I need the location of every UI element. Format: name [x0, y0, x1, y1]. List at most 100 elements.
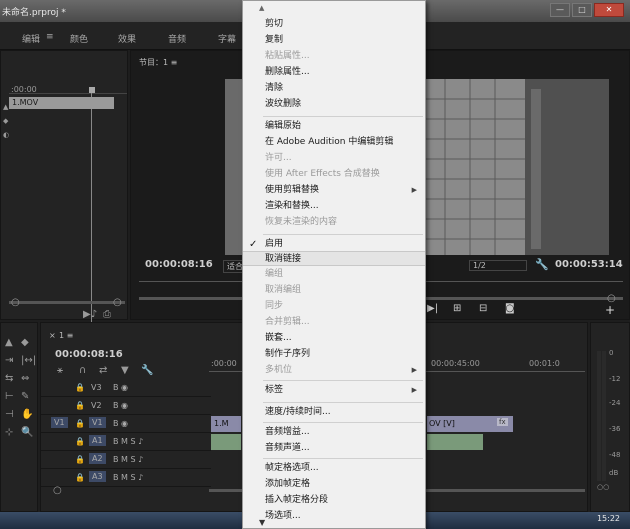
menu-item[interactable]: 取消编组 [243, 283, 425, 298]
menu-item[interactable]: 标签 ▶ [243, 383, 425, 398]
slide-tool-icon[interactable]: ⊣ [5, 409, 14, 420]
menu-item[interactable]: 添加帧定格 [243, 477, 425, 492]
marker-icon[interactable]: ▼ [121, 365, 129, 376]
menu-item[interactable]: 恢复未渲染的内容 [243, 215, 425, 230]
menu-item[interactable]: 编组 [243, 267, 425, 282]
wrench-icon[interactable]: 🔧 [535, 258, 549, 271]
linked-selection-icon[interactable]: ⇄ [99, 365, 107, 376]
insert-icon[interactable]: ⎙ [103, 309, 111, 320]
workspace-edit[interactable]: 编辑 [22, 32, 40, 45]
export-frame-icon[interactable]: ▶♪ [83, 309, 97, 320]
menu-item[interactable]: 帧定格选项... [243, 461, 425, 476]
menu-item[interactable]: 许可... [243, 151, 425, 166]
track-lock-icon[interactable]: 🔒 [75, 419, 85, 428]
workspace-titles[interactable]: 字幕 [218, 32, 236, 45]
menu-item[interactable]: 制作子序列 [243, 347, 425, 362]
playhead-marker[interactable] [89, 87, 95, 93]
menu-item[interactable]: 复制 [243, 33, 425, 48]
quality-select[interactable]: 1/2 [469, 260, 527, 271]
track-toggles[interactable]: B M S ♪ [113, 455, 143, 464]
close-button[interactable]: ✕ [594, 3, 624, 17]
track-toggles[interactable]: B M S ♪ [113, 437, 143, 446]
tool-track-icon[interactable]: ◆ [3, 117, 8, 125]
ripple-edit-tool-icon[interactable]: ⇥ [5, 355, 13, 366]
menu-item[interactable]: 多机位 ▶ [243, 363, 425, 378]
menu-scroll-up-icon[interactable]: ▲ [259, 4, 264, 12]
workspace-color[interactable]: 颜色 [70, 32, 88, 45]
track-select-tool-icon[interactable]: ◆ [21, 337, 29, 348]
video-clip[interactable]: 1.M [211, 416, 241, 432]
settings-wrench-icon[interactable]: 🔧 [141, 365, 153, 376]
tool-select-icon[interactable]: ▲ [3, 103, 8, 111]
workspace-menu-icon[interactable]: ≡ [46, 32, 54, 42]
menu-item[interactable]: 嵌套... [243, 331, 425, 346]
track-toggles[interactable]: B ◉ [113, 401, 128, 410]
zoom-crop-icon[interactable]: ⊹ [5, 427, 13, 438]
program-tab[interactable]: 节目：1 ≡ [139, 57, 177, 68]
timeline-tab-close-icon[interactable]: × [49, 331, 56, 340]
track-lock-icon[interactable]: 🔒 [75, 383, 85, 392]
rolling-edit-tool-icon[interactable]: |↔| [21, 355, 36, 366]
menu-item[interactable]: 同步 [243, 299, 425, 314]
menu-item[interactable]: 渲染和替换... [243, 199, 425, 214]
camera-icon[interactable]: ◙ [505, 303, 515, 314]
menu-item[interactable]: 编辑原始 [243, 119, 425, 134]
scroll-handle-left[interactable]: ○ [11, 297, 20, 308]
add-button-icon[interactable]: + [605, 303, 615, 317]
track-lock-icon[interactable]: 🔒 [75, 455, 85, 464]
magnet-icon[interactable]: ∩ [79, 365, 86, 376]
track-lock-icon[interactable]: 🔒 [75, 473, 85, 482]
razor-tool-icon[interactable]: ⇔ [21, 373, 29, 384]
timeline-timecode[interactable]: 00:00:08:16 [55, 349, 123, 360]
menu-separator [263, 234, 423, 235]
step-forward-icon[interactable]: ▶| [427, 303, 438, 314]
track-toggles[interactable]: B M S ♪ [113, 473, 143, 482]
selection-tool-icon[interactable]: ▲ [5, 337, 13, 348]
workspace-effects[interactable]: 效果 [118, 32, 136, 45]
menu-item[interactable]: 波纹删除 [243, 97, 425, 112]
scroll-handle-right[interactable]: ○ [113, 297, 122, 308]
menu-item[interactable]: 速度/持续时间... [243, 405, 425, 420]
menu-item[interactable]: 插入帧定格分段 [243, 493, 425, 508]
track-toggles[interactable]: B ◉ [113, 383, 128, 392]
menu-item[interactable]: 使用 After Effects 合成替换 [243, 167, 425, 182]
zoom-tool-icon[interactable]: 🔍 [21, 427, 33, 438]
menu-item[interactable]: 使用剪辑替换 ▶ [243, 183, 425, 198]
meter-solo-icons[interactable]: ○○ [597, 483, 609, 491]
timeline-tab[interactable]: 1 ≡ [59, 331, 73, 340]
minimize-button[interactable]: — [550, 3, 570, 17]
menu-item[interactable]: 合并剪辑... [243, 315, 425, 330]
track-lock-icon[interactable]: 🔒 [75, 401, 85, 410]
hand-tool-icon[interactable]: ✋ [21, 409, 33, 420]
source-scrollbar[interactable] [9, 301, 125, 304]
menu-item[interactable]: 在 Adobe Audition 中编辑剪辑 [243, 135, 425, 150]
menu-item-label: 速度/持续时间... [265, 407, 331, 417]
slip-tool-icon[interactable]: ⊢ [5, 391, 14, 402]
audio-clip[interactable] [211, 434, 241, 450]
menu-item[interactable]: 取消链接 [243, 251, 425, 266]
menu-item[interactable]: 剪切 [243, 17, 425, 32]
menu-item[interactable]: 启用 ✓ [243, 237, 425, 252]
source-patch-v1[interactable]: V1 [51, 417, 68, 428]
extract-icon[interactable]: ⊟ [479, 303, 487, 314]
track-lock-icon[interactable]: 🔒 [75, 437, 85, 446]
meter-label-12: -12 [609, 375, 621, 383]
timeline-scroll-handle[interactable]: ○ [53, 485, 62, 496]
menu-item[interactable]: 音频声道... [243, 441, 425, 456]
menu-item[interactable]: 音频增益... [243, 425, 425, 440]
workspace-audio[interactable]: 音频 [168, 32, 186, 45]
snap-icon[interactable]: ⚹ [57, 365, 63, 376]
menu-item[interactable]: 删除属性... [243, 65, 425, 80]
menu-item[interactable]: 清除 [243, 81, 425, 96]
lift-icon[interactable]: ⊞ [453, 303, 461, 314]
program-timecode[interactable]: 00:00:08:16 [145, 259, 213, 270]
track-toggles[interactable]: B ◉ [113, 419, 128, 428]
maximize-button[interactable]: □ [572, 3, 592, 17]
menu-item[interactable]: 场选项... [243, 509, 425, 524]
pen-tool-icon[interactable]: ✎ [21, 391, 29, 402]
tool-ripple-icon[interactable]: ◐ [3, 131, 9, 139]
rate-stretch-tool-icon[interactable]: ⇆ [5, 373, 13, 384]
source-clip[interactable]: 1.MOV [9, 97, 114, 109]
menu-item[interactable]: 粘贴属性... [243, 49, 425, 64]
audio-clip-tail[interactable] [427, 434, 483, 450]
